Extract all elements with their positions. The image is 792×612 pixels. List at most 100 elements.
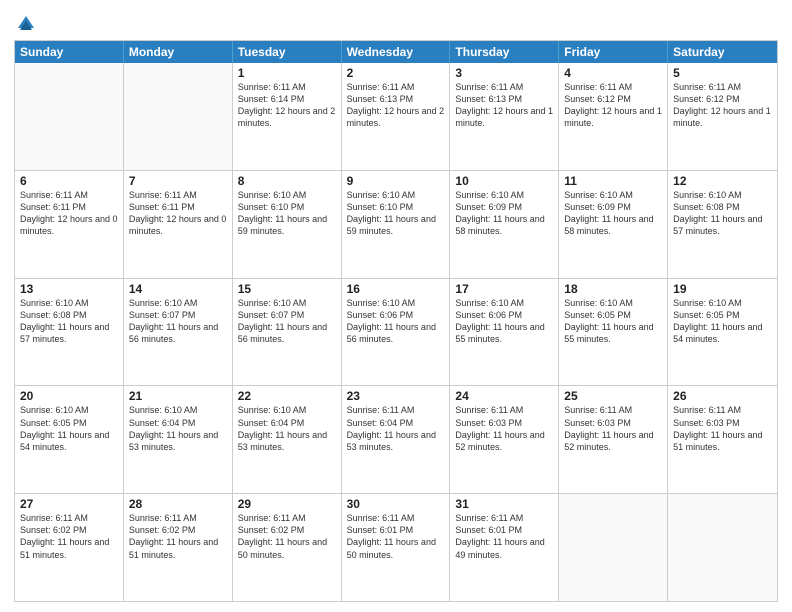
cell-info: Sunrise: 6:10 AM Sunset: 6:09 PM Dayligh… xyxy=(455,189,553,238)
header-day-friday: Friday xyxy=(559,41,668,63)
cal-cell-day-25: 25Sunrise: 6:11 AM Sunset: 6:03 PM Dayli… xyxy=(559,386,668,493)
day-number: 17 xyxy=(455,282,553,296)
day-number: 23 xyxy=(347,389,445,403)
cell-info: Sunrise: 6:11 AM Sunset: 6:01 PM Dayligh… xyxy=(455,512,553,561)
cell-info: Sunrise: 6:11 AM Sunset: 6:04 PM Dayligh… xyxy=(347,404,445,453)
cell-info: Sunrise: 6:11 AM Sunset: 6:13 PM Dayligh… xyxy=(455,81,553,130)
day-number: 16 xyxy=(347,282,445,296)
cal-cell-day-2: 2Sunrise: 6:11 AM Sunset: 6:13 PM Daylig… xyxy=(342,63,451,170)
cal-cell-day-26: 26Sunrise: 6:11 AM Sunset: 6:03 PM Dayli… xyxy=(668,386,777,493)
calendar-body: 1Sunrise: 6:11 AM Sunset: 6:14 PM Daylig… xyxy=(15,63,777,601)
day-number: 24 xyxy=(455,389,553,403)
calendar: SundayMondayTuesdayWednesdayThursdayFrid… xyxy=(14,40,778,602)
header xyxy=(14,10,778,34)
header-day-monday: Monday xyxy=(124,41,233,63)
day-number: 22 xyxy=(238,389,336,403)
header-day-tuesday: Tuesday xyxy=(233,41,342,63)
cal-cell-day-9: 9Sunrise: 6:10 AM Sunset: 6:10 PM Daylig… xyxy=(342,171,451,278)
day-number: 7 xyxy=(129,174,227,188)
cal-cell-day-29: 29Sunrise: 6:11 AM Sunset: 6:02 PM Dayli… xyxy=(233,494,342,601)
day-number: 27 xyxy=(20,497,118,511)
cal-cell-empty xyxy=(124,63,233,170)
day-number: 11 xyxy=(564,174,662,188)
cal-cell-day-15: 15Sunrise: 6:10 AM Sunset: 6:07 PM Dayli… xyxy=(233,279,342,386)
day-number: 10 xyxy=(455,174,553,188)
cell-info: Sunrise: 6:11 AM Sunset: 6:11 PM Dayligh… xyxy=(20,189,118,238)
cal-cell-day-12: 12Sunrise: 6:10 AM Sunset: 6:08 PM Dayli… xyxy=(668,171,777,278)
day-number: 18 xyxy=(564,282,662,296)
calendar-header: SundayMondayTuesdayWednesdayThursdayFrid… xyxy=(15,41,777,63)
calendar-week-5: 27Sunrise: 6:11 AM Sunset: 6:02 PM Dayli… xyxy=(15,493,777,601)
cell-info: Sunrise: 6:11 AM Sunset: 6:02 PM Dayligh… xyxy=(20,512,118,561)
day-number: 26 xyxy=(673,389,772,403)
day-number: 8 xyxy=(238,174,336,188)
cal-cell-day-6: 6Sunrise: 6:11 AM Sunset: 6:11 PM Daylig… xyxy=(15,171,124,278)
calendar-week-3: 13Sunrise: 6:10 AM Sunset: 6:08 PM Dayli… xyxy=(15,278,777,386)
day-number: 25 xyxy=(564,389,662,403)
cell-info: Sunrise: 6:11 AM Sunset: 6:14 PM Dayligh… xyxy=(238,81,336,130)
cal-cell-day-8: 8Sunrise: 6:10 AM Sunset: 6:10 PM Daylig… xyxy=(233,171,342,278)
cell-info: Sunrise: 6:11 AM Sunset: 6:02 PM Dayligh… xyxy=(129,512,227,561)
cell-info: Sunrise: 6:10 AM Sunset: 6:07 PM Dayligh… xyxy=(129,297,227,346)
day-number: 15 xyxy=(238,282,336,296)
cell-info: Sunrise: 6:10 AM Sunset: 6:07 PM Dayligh… xyxy=(238,297,336,346)
cell-info: Sunrise: 6:11 AM Sunset: 6:12 PM Dayligh… xyxy=(673,81,772,130)
day-number: 21 xyxy=(129,389,227,403)
cal-cell-day-22: 22Sunrise: 6:10 AM Sunset: 6:04 PM Dayli… xyxy=(233,386,342,493)
cell-info: Sunrise: 6:10 AM Sunset: 6:05 PM Dayligh… xyxy=(673,297,772,346)
cal-cell-day-31: 31Sunrise: 6:11 AM Sunset: 6:01 PM Dayli… xyxy=(450,494,559,601)
day-number: 1 xyxy=(238,66,336,80)
cal-cell-day-24: 24Sunrise: 6:11 AM Sunset: 6:03 PM Dayli… xyxy=(450,386,559,493)
logo xyxy=(14,14,36,34)
cal-cell-day-13: 13Sunrise: 6:10 AM Sunset: 6:08 PM Dayli… xyxy=(15,279,124,386)
cal-cell-day-21: 21Sunrise: 6:10 AM Sunset: 6:04 PM Dayli… xyxy=(124,386,233,493)
day-number: 30 xyxy=(347,497,445,511)
day-number: 12 xyxy=(673,174,772,188)
day-number: 2 xyxy=(347,66,445,80)
day-number: 19 xyxy=(673,282,772,296)
calendar-week-4: 20Sunrise: 6:10 AM Sunset: 6:05 PM Dayli… xyxy=(15,385,777,493)
cell-info: Sunrise: 6:10 AM Sunset: 6:06 PM Dayligh… xyxy=(455,297,553,346)
cal-cell-day-10: 10Sunrise: 6:10 AM Sunset: 6:09 PM Dayli… xyxy=(450,171,559,278)
cal-cell-day-17: 17Sunrise: 6:10 AM Sunset: 6:06 PM Dayli… xyxy=(450,279,559,386)
cell-info: Sunrise: 6:10 AM Sunset: 6:06 PM Dayligh… xyxy=(347,297,445,346)
cell-info: Sunrise: 6:10 AM Sunset: 6:09 PM Dayligh… xyxy=(564,189,662,238)
day-number: 9 xyxy=(347,174,445,188)
cell-info: Sunrise: 6:10 AM Sunset: 6:10 PM Dayligh… xyxy=(347,189,445,238)
cal-cell-day-11: 11Sunrise: 6:10 AM Sunset: 6:09 PM Dayli… xyxy=(559,171,668,278)
cal-cell-day-5: 5Sunrise: 6:11 AM Sunset: 6:12 PM Daylig… xyxy=(668,63,777,170)
cal-cell-day-7: 7Sunrise: 6:11 AM Sunset: 6:11 PM Daylig… xyxy=(124,171,233,278)
cal-cell-day-1: 1Sunrise: 6:11 AM Sunset: 6:14 PM Daylig… xyxy=(233,63,342,170)
cell-info: Sunrise: 6:11 AM Sunset: 6:03 PM Dayligh… xyxy=(455,404,553,453)
day-number: 14 xyxy=(129,282,227,296)
logo-icon xyxy=(16,14,36,34)
cell-info: Sunrise: 6:11 AM Sunset: 6:03 PM Dayligh… xyxy=(564,404,662,453)
day-number: 29 xyxy=(238,497,336,511)
day-number: 13 xyxy=(20,282,118,296)
cell-info: Sunrise: 6:11 AM Sunset: 6:01 PM Dayligh… xyxy=(347,512,445,561)
cal-cell-empty xyxy=(668,494,777,601)
day-number: 4 xyxy=(564,66,662,80)
day-number: 6 xyxy=(20,174,118,188)
cal-cell-day-18: 18Sunrise: 6:10 AM Sunset: 6:05 PM Dayli… xyxy=(559,279,668,386)
cell-info: Sunrise: 6:10 AM Sunset: 6:04 PM Dayligh… xyxy=(238,404,336,453)
day-number: 20 xyxy=(20,389,118,403)
cal-cell-day-4: 4Sunrise: 6:11 AM Sunset: 6:12 PM Daylig… xyxy=(559,63,668,170)
cal-cell-day-14: 14Sunrise: 6:10 AM Sunset: 6:07 PM Dayli… xyxy=(124,279,233,386)
cal-cell-empty xyxy=(559,494,668,601)
cal-cell-day-19: 19Sunrise: 6:10 AM Sunset: 6:05 PM Dayli… xyxy=(668,279,777,386)
calendar-week-2: 6Sunrise: 6:11 AM Sunset: 6:11 PM Daylig… xyxy=(15,170,777,278)
cell-info: Sunrise: 6:11 AM Sunset: 6:13 PM Dayligh… xyxy=(347,81,445,130)
cell-info: Sunrise: 6:10 AM Sunset: 6:08 PM Dayligh… xyxy=(20,297,118,346)
header-day-sunday: Sunday xyxy=(15,41,124,63)
header-day-thursday: Thursday xyxy=(450,41,559,63)
day-number: 28 xyxy=(129,497,227,511)
cal-cell-day-30: 30Sunrise: 6:11 AM Sunset: 6:01 PM Dayli… xyxy=(342,494,451,601)
day-number: 3 xyxy=(455,66,553,80)
cal-cell-day-23: 23Sunrise: 6:11 AM Sunset: 6:04 PM Dayli… xyxy=(342,386,451,493)
day-number: 31 xyxy=(455,497,553,511)
cell-info: Sunrise: 6:10 AM Sunset: 6:05 PM Dayligh… xyxy=(20,404,118,453)
cell-info: Sunrise: 6:11 AM Sunset: 6:11 PM Dayligh… xyxy=(129,189,227,238)
calendar-week-1: 1Sunrise: 6:11 AM Sunset: 6:14 PM Daylig… xyxy=(15,63,777,170)
cell-info: Sunrise: 6:11 AM Sunset: 6:02 PM Dayligh… xyxy=(238,512,336,561)
